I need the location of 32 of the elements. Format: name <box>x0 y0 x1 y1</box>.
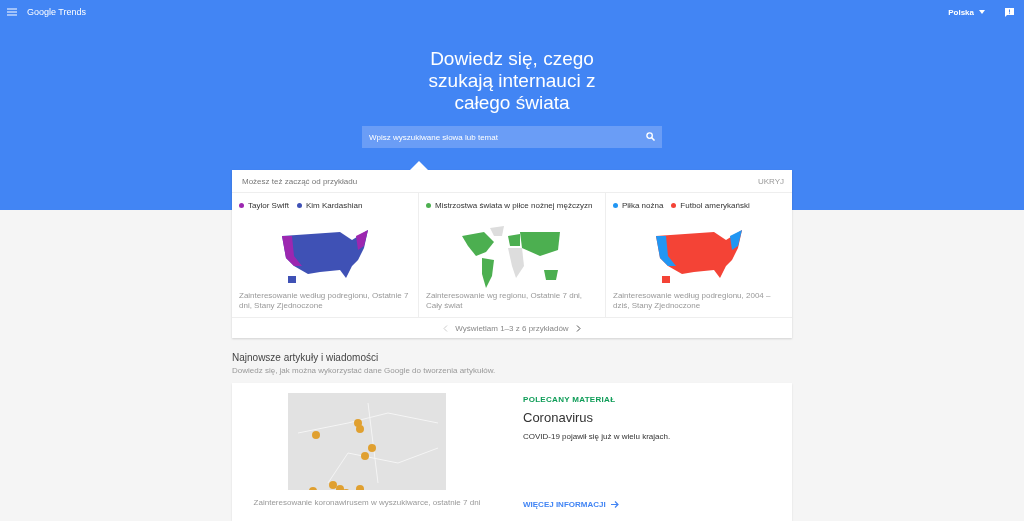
article-title: Coronavirus <box>523 410 594 425</box>
logo[interactable]: Google Trends <box>27 7 87 17</box>
example-card[interactable]: Mistrzostwa świata w piłce nożnej mężczyzn Zainteresowanie wg regionu, Ostatnie 7 dni, Cały świat <box>419 193 606 317</box>
menu-icon[interactable] <box>7 8 17 16</box>
map-caption: Zainteresowanie według podregionu, Ostatnie 7 dni, Stany Zjednoczone <box>239 291 410 311</box>
legend-label: Mistrzostwa świata w piłce nożnej mężczyzn <box>435 201 593 210</box>
section-subtitle: Dowiedz się, jak można wykorzystać dane Google do tworzenia artykułów. <box>232 366 497 375</box>
example-card[interactable]: Taylor Swift Kim Kardashian Zainteresowanie według podregionu, Ostatnie 7 dni, Stany Zjednoczone <box>232 193 419 317</box>
legend-label: Piłka nożna <box>622 201 664 210</box>
map-caption: Zainteresowanie koronawirusem w wyszukiwarce, ostatnie 7 dni <box>253 498 481 507</box>
hero-title: Dowiedz się, czego szukają internauci z całego świata <box>427 48 597 114</box>
search-icon[interactable] <box>646 132 655 141</box>
next-icon[interactable] <box>575 324 581 332</box>
feedback-icon[interactable] <box>1005 7 1014 17</box>
examples-intro: Możesz też zacząć od przykładu <box>242 176 358 186</box>
arrow-icon <box>610 501 619 508</box>
example-card[interactable]: Piłka nożna Futbol amerykański Zainteresowanie według podregionu, 2004 – dziś, Stany Zjednoczone <box>606 193 792 317</box>
legend-label: Kim Kardashian <box>305 201 363 210</box>
section-title: Najnowsze artykuły i wiadomości <box>232 352 380 363</box>
legend-label: Futbol amerykański <box>680 201 750 210</box>
country-selector[interactable]: Polska <box>948 7 985 17</box>
legend-label: Taylor Swift <box>248 201 289 210</box>
hide-button[interactable]: UKRYJ <box>757 176 784 186</box>
map-caption: Zainteresowanie wg regionu, Ostatnie 7 dni, Cały świat <box>426 291 584 311</box>
caret-icon <box>979 10 985 14</box>
more-info-link[interactable]: WIĘCEJ INFORMACJI <box>523 500 619 509</box>
featured-label: POLECANY MATERIAŁ <box>523 395 616 404</box>
pager-text: Wyświetlam 1–3 z 6 przykładów <box>455 323 569 333</box>
map-caption: Zainteresowanie według podregionu, 2004 – dziś, Stany Zjednoczone <box>613 291 772 311</box>
search-field[interactable]: Wpisz wyszukiwane słowa lub temat <box>362 126 662 148</box>
previous-icon[interactable] <box>443 324 449 332</box>
article-text: COVID-19 pojawił się już w wielu krajach. <box>523 432 671 441</box>
